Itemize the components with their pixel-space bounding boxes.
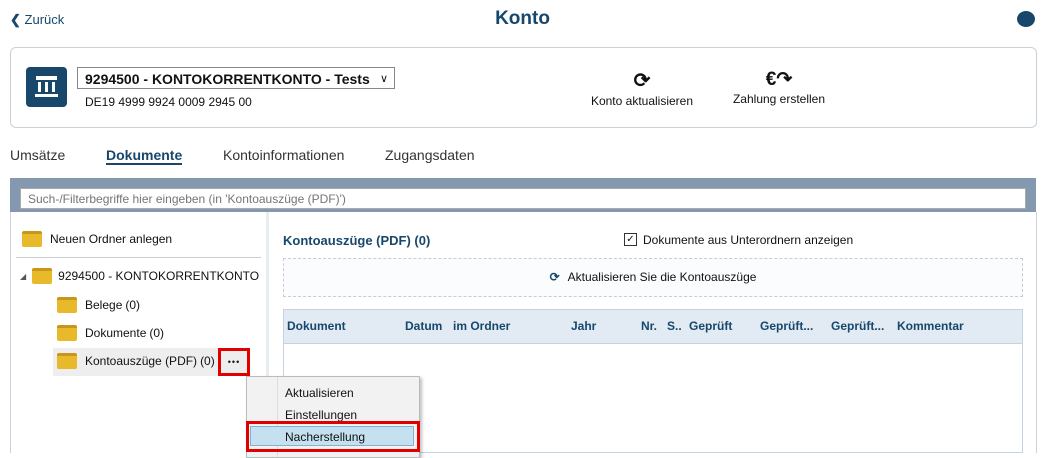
divider xyxy=(16,257,261,258)
folder-add-icon xyxy=(22,231,42,247)
col-geprueft[interactable]: Geprüft xyxy=(689,319,732,333)
col-kommentar[interactable]: Kommentar xyxy=(897,319,964,333)
tree-root-label: 9294500 - KONTOKORRENTKONTO xyxy=(58,269,260,283)
action-label: Zahlung erstellen xyxy=(732,92,826,106)
item-label: Belege xyxy=(85,298,123,312)
new-folder-button[interactable]: Neuen Ordner anlegen xyxy=(22,231,172,247)
iban: DE19 4999 9924 0009 2945 00 xyxy=(85,95,252,109)
col-s[interactable]: S.. xyxy=(667,319,682,333)
locked-folder-icon xyxy=(32,268,53,284)
page-title: Konto xyxy=(495,8,550,29)
item-label: Kontoauszüge (PDF) xyxy=(85,354,198,368)
tree-item-kontoauszuege-content: Kontoauszüge (PDF) (0) xyxy=(57,353,215,369)
col-geprueft-2[interactable]: Geprüft... xyxy=(760,319,813,333)
tab-dokumente[interactable]: Dokumente xyxy=(106,147,183,165)
bank-icon xyxy=(26,67,67,107)
col-nr[interactable]: Nr. xyxy=(641,319,657,333)
item-count: (0) xyxy=(149,326,165,340)
chevron-down-icon: ∨ xyxy=(379,73,388,85)
account-select[interactable]: 9294500 - KONTOKORRENTKONTO - Tests ∨ xyxy=(77,67,395,89)
menu-item-aktualisieren[interactable]: Aktualisieren xyxy=(285,386,354,400)
subfolder-checkbox[interactable]: ✓ xyxy=(624,233,637,246)
col-im-ordner[interactable]: im Ordner xyxy=(453,319,510,333)
more-options-button[interactable]: ••• xyxy=(218,348,250,376)
highlight-box xyxy=(246,421,420,452)
action-label: Konto aktualisieren xyxy=(590,94,694,108)
create-payment-button[interactable]: €↷ Zahlung erstellen xyxy=(709,68,849,106)
locked-folder-icon xyxy=(57,353,77,369)
refresh-statements-button[interactable]: ⟳ Aktualisieren Sie die Kontoauszüge xyxy=(283,258,1023,297)
tree-root[interactable]: ◢ 9294500 - KONTOKORRENTKONTO xyxy=(20,268,262,284)
tab-umsaetze[interactable]: Umsätze xyxy=(10,147,65,163)
menu-item-einstellungen[interactable]: Einstellungen xyxy=(285,408,357,422)
item-count: (0) xyxy=(200,354,215,368)
refresh-account-button[interactable]: ⟳ Konto aktualisieren xyxy=(572,68,712,108)
new-folder-label: Neuen Ordner anlegen xyxy=(50,232,173,246)
col-datum[interactable]: Datum xyxy=(405,319,442,333)
locked-folder-icon xyxy=(57,297,77,313)
expand-icon[interactable]: ◢ xyxy=(20,272,26,281)
folder-title: Kontoauszüge (PDF) (0) xyxy=(283,233,431,248)
col-dokument[interactable]: Dokument xyxy=(287,319,346,333)
item-count: (0) xyxy=(125,298,141,312)
folder-icon xyxy=(57,325,77,341)
chat-icon[interactable] xyxy=(1017,11,1035,27)
tree-item-dokumente[interactable]: Dokumente (0) xyxy=(57,325,164,341)
euro-send-icon: €↷ xyxy=(765,69,793,90)
search-input[interactable] xyxy=(20,188,1026,209)
col-geprueft-3[interactable]: Geprüft... xyxy=(831,319,884,333)
tree-item-belege[interactable]: Belege (0) xyxy=(57,297,140,313)
refresh-icon: ⟳ xyxy=(633,70,651,92)
tab-kontoinformationen[interactable]: Kontoinformationen xyxy=(223,147,344,163)
refresh-icon: ⟳ xyxy=(549,270,560,284)
item-label: Dokumente xyxy=(85,326,147,340)
refresh-label: Aktualisieren Sie die Kontoauszüge xyxy=(567,270,757,284)
tab-zugangsdaten[interactable]: Zugangsdaten xyxy=(385,147,475,163)
col-jahr[interactable]: Jahr xyxy=(571,319,596,333)
subfolder-checkbox-label: Dokumente aus Unterordnern anzeigen xyxy=(643,233,854,247)
